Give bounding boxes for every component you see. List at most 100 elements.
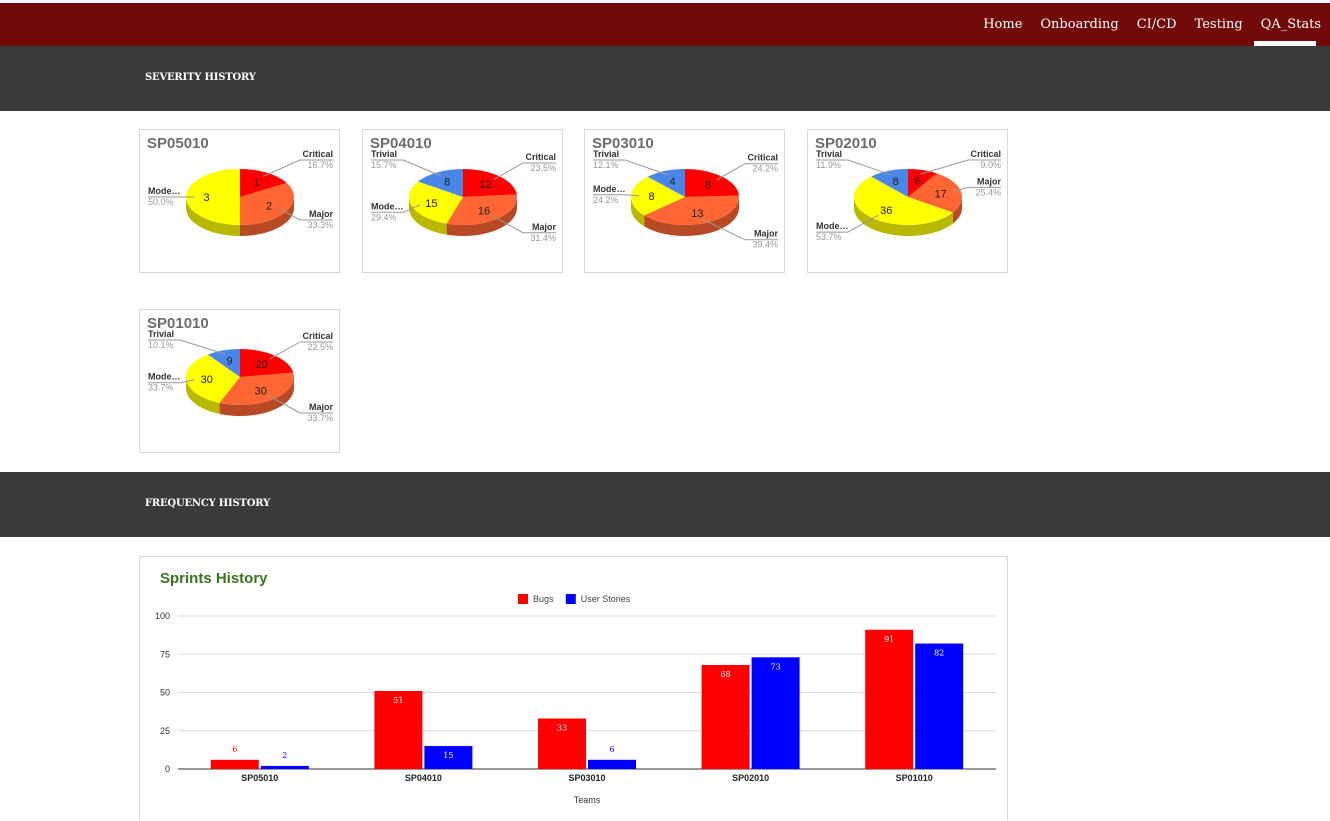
pie-percent-label: 31.4% [530,233,556,243]
sprints-history-card: Sprints History Bugs User Stories 0 25 50 75 10… [139,556,1008,820]
legend-swatch [565,594,576,604]
pie-chart-sp03010: 81384Critical24.2%Major39.4%Mode…24.2%Tr… [593,149,779,250]
nav-onboarding[interactable]: Onboarding [1031,3,1127,46]
bar-data-label: 82 [934,649,944,658]
pie-category-label: Critical [747,153,778,163]
pie-category-label: Trivial [816,149,842,159]
x-tick-label: SP02010 [732,773,769,783]
pie-percent-label: 25.4% [975,187,1001,197]
pie-value-label: 8 [705,179,711,191]
pie-value-label: 8 [893,176,899,188]
bar-data-label: 6 [609,745,614,754]
pie-leader-line [402,159,442,177]
pie-percent-label: 39.4% [752,240,778,250]
y-tick-label: 100 [155,611,170,621]
pie-value-label: 17 [935,188,947,200]
legend-swatch [518,594,528,604]
pie-card-sp02010: SP02010 6 17 36 8 Critical 9.0% Major 25.4% Mode… [807,129,1008,273]
y-tick-label: 0 [165,764,170,774]
y-tick-label: 50 [160,688,170,698]
pie-card-sp05010: SP05010 1 2 3 Critical 16.7% Major 33.3% Mode… 5… [139,129,340,273]
main-nav: Home Onboarding CI/CD Testing QA_Stats [974,3,1330,46]
pie-leader-line [493,162,524,180]
nav-testing[interactable]: Testing [1186,3,1252,46]
bar-data-label: 68 [721,670,731,679]
pie-percent-label: 53.7% [816,232,842,242]
pie-category-label: Trivial [593,149,619,159]
pie-percent-label: 33.7% [307,413,333,423]
pie-category-label: Major [754,229,779,239]
pie-leader-line [920,159,969,175]
pie-percent-label: 12.1% [593,160,619,170]
pie-value-label: 36 [880,205,892,217]
pie-leader-line [179,339,226,355]
pie-category-label: Critical [970,149,1001,159]
pie-leader-line [262,159,301,177]
top-navbar: Home Onboarding CI/CD Testing QA_Stats [0,3,1330,46]
pie-value-label: 1 [254,177,260,189]
pie-value-label: 13 [691,208,703,220]
pie-category-label: Major [977,176,1002,186]
nav-cicd[interactable]: CI/CD [1128,3,1186,46]
pie-percent-label: 24.2% [752,164,778,174]
bar-data-label: 15 [443,751,453,760]
bar-data-label: 2 [282,751,287,760]
frequency-section-header: FREQUENCY HISTORY [0,472,1330,537]
x-tick-label: SP03010 [568,773,605,783]
bar-data-label: 51 [393,696,403,705]
pie-percent-label: 22.5% [307,342,333,352]
pie-slice-critical [685,169,739,197]
pie-category-label: Mode… [593,184,626,194]
pie-category-label: Mode… [816,221,849,231]
pie-value-label: 30 [201,374,213,386]
legend-label: Bugs [533,594,554,604]
pie-value-label: 8 [649,191,655,203]
pie-value-label: 12 [479,179,491,191]
bar-data-label: 91 [884,635,894,644]
y-tick-label: 25 [160,726,170,736]
pie-category-label: Major [309,402,334,412]
pie-category-label: Critical [525,152,556,162]
pie-chart-sp04010: 12 16 15 8 Critical23.5% Major31.4% Mode…29.4%… [371,149,556,243]
x-tick-label: SP05010 [241,773,278,783]
bar-bugs [865,629,914,769]
pie-chart-sp02010: 6 17 36 8 Critical9.0% Major25.4% Mode…53.7% Tr… [816,149,1002,242]
pie-percent-label: 33.3% [307,220,333,230]
y-tick-label: 75 [160,649,170,659]
pie-percent-label: 9.0% [980,160,1001,170]
pie-percent-label: 24.2% [593,195,619,205]
frequency-section-title: FREQUENCY HISTORY [145,498,271,509]
pie-value-label: 2 [266,201,272,213]
x-tick-label: SP04010 [405,773,442,783]
bar-data-label: 33 [557,724,567,733]
pie-leader-line [624,159,669,176]
nav-qa-stats[interactable]: QA_Stats [1252,3,1330,46]
x-tick-label: SP01010 [896,773,933,783]
pie-chart-sp05010: 12 3 Critical16.7% Major33.3% Mode…50.0% [148,149,334,236]
pie-leader-line [847,159,892,176]
bar-chart-title: Sprints History [160,570,268,587]
x-axis-label: Teams [574,795,601,805]
pie-category-label: Mode… [148,372,181,382]
bar-user-stories [915,643,964,769]
pie-percent-label: 11.9% [816,160,841,170]
pie-card-sp01010: SP01010 20 30 30 9 Critical 22.5% Major 33.7% Mo… [139,309,340,453]
bar-data-label: 73 [771,662,781,671]
pie-leader-line [716,163,746,181]
pie-value-label: 30 [255,386,267,398]
bar-data-label: 6 [232,745,237,754]
pie-percent-label: 10.1% [148,340,174,350]
pie-chart-sp01010: 2030309Critical22.5%Major33.7%Mode…33.7%… [148,329,334,423]
pie-category-label: Critical [302,149,333,159]
severity-section-header: SEVERITY HISTORY [0,46,1330,111]
nav-home[interactable]: Home [974,3,1031,46]
bar-user-stories [260,765,309,769]
pie-value-label: 16 [478,206,490,218]
pie-category-label: Trivial [371,149,397,159]
pie-value-label: 9 [226,356,232,368]
severity-section-title: SEVERITY HISTORY [145,72,256,83]
pie-category-label: Mode… [148,186,181,196]
pie-value-label: 4 [670,176,676,188]
pie-category-label: Critical [302,331,333,341]
pie-category-label: Major [309,209,334,219]
